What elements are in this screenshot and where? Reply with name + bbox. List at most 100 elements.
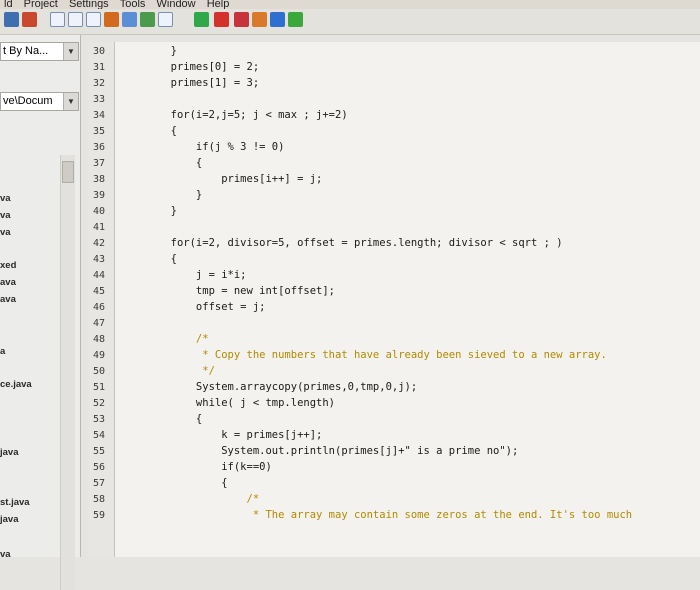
folder-dropdown-label: ve\Docum — [3, 95, 53, 107]
line-number: 56 — [93, 462, 106, 473]
toolbar — [0, 9, 700, 35]
code-line: if(j % 3 != 0) — [158, 141, 285, 153]
code-line: { — [158, 157, 203, 169]
code-line: primes[1] = 3; — [158, 77, 260, 89]
window-blue-icon[interactable] — [270, 12, 285, 27]
line-number: 30 — [93, 46, 106, 57]
code-line: System.arraycopy(primes,0,tmp,0,j); — [158, 381, 418, 393]
code-line: j = i*i; — [158, 269, 247, 281]
line-number: 38 — [93, 174, 106, 185]
chevron-down-icon[interactable]: ▼ — [63, 93, 78, 110]
line-number: 37 — [93, 158, 106, 169]
line-number: 44 — [93, 270, 106, 281]
sort-dropdown[interactable]: t By Na... ▼ — [0, 42, 79, 61]
code-line: } — [158, 189, 203, 201]
save-icon[interactable] — [4, 12, 19, 27]
sidebar: t By Na... ▼ ve\Docum ▼ va va va xed ava… — [0, 35, 81, 590]
code-line: tmp = new int[offset]; — [158, 285, 336, 297]
line-number: 41 — [93, 222, 106, 233]
line-number: 40 — [93, 206, 106, 217]
open-icon[interactable] — [22, 12, 37, 27]
line-number: 35 — [93, 126, 106, 137]
file-item[interactable]: va — [0, 549, 11, 560]
code-line: while( j < tmp.length) — [158, 397, 336, 409]
tools-icon[interactable] — [252, 12, 267, 27]
file-item[interactable]: va — [0, 193, 11, 204]
scrollbar-thumb[interactable] — [62, 161, 74, 183]
file-item[interactable]: xed — [0, 260, 16, 271]
code-line: for(i=2,j=5; j < max ; j+=2) — [158, 109, 348, 121]
code-line: { — [158, 253, 177, 265]
compile-icon[interactable] — [104, 12, 119, 27]
line-number: 59 — [93, 510, 106, 521]
code-line: k = primes[j++]; — [158, 429, 323, 441]
file-item[interactable]: a — [0, 346, 5, 357]
file-item[interactable]: java — [0, 447, 19, 458]
bug-icon[interactable] — [234, 12, 249, 27]
code-line: System.out.println(primes[j]+" is a prim… — [158, 445, 519, 457]
line-number: 42 — [93, 238, 106, 249]
line-number: 50 — [93, 366, 106, 377]
file-item[interactable]: ce.java — [0, 379, 32, 390]
add-icon[interactable] — [194, 12, 209, 27]
menu-window[interactable]: Window — [153, 0, 200, 9]
line-number: 36 — [93, 142, 106, 153]
sidebar-scrollbar[interactable] — [60, 155, 75, 590]
code-line: */ — [158, 365, 215, 377]
line-number: 45 — [93, 286, 106, 297]
file-item[interactable]: ava — [0, 277, 16, 288]
code-comment-line: * The array may contain some zeros at th… — [158, 509, 633, 521]
chevron-down-icon[interactable]: ▼ — [63, 43, 78, 60]
code-line: primes[i++] = j; — [158, 173, 323, 185]
line-number: 32 — [93, 78, 106, 89]
menu-bar: ld Project Settings Tools Window Help — [0, 0, 700, 9]
breakpoint-icon[interactable] — [214, 12, 229, 27]
file-item[interactable]: va — [0, 210, 11, 221]
line-number: 49 — [93, 350, 106, 361]
line-number: 52 — [93, 398, 106, 409]
line-number: 51 — [93, 382, 106, 393]
line-number: 47 — [93, 318, 106, 329]
line-number: 34 — [93, 110, 106, 121]
run-icon[interactable] — [140, 12, 155, 27]
file-item[interactable]: ava — [0, 294, 16, 305]
code-line: offset = j; — [158, 301, 266, 313]
code-comment-line: * Copy the numbers that have already bee… — [158, 349, 607, 361]
code-line: /* — [158, 333, 209, 345]
menu-build[interactable]: ld — [0, 0, 17, 9]
menu-tools[interactable]: Tools — [116, 0, 150, 9]
code-line: if(k==0) — [158, 461, 272, 473]
line-number: 39 — [93, 190, 106, 201]
code-line: { — [158, 413, 203, 425]
debug-icon[interactable] — [158, 12, 173, 27]
file-item[interactable]: java — [0, 514, 19, 525]
line-number: 48 — [93, 334, 106, 345]
line-number: 43 — [93, 254, 106, 265]
file-item[interactable]: st.java — [0, 497, 30, 508]
code-line: for(i=2, divisor=5, offset = primes.leng… — [158, 237, 563, 249]
folder-dropdown[interactable]: ve\Docum ▼ — [0, 92, 79, 111]
paste-icon[interactable] — [86, 12, 101, 27]
code-line: { — [158, 125, 177, 137]
window-green-icon[interactable] — [288, 12, 303, 27]
line-number: 58 — [93, 494, 106, 505]
menu-project[interactable]: Project — [20, 0, 62, 9]
new-file-icon[interactable] — [50, 12, 65, 27]
menu-help[interactable]: Help — [203, 0, 234, 9]
code-line: { — [158, 477, 228, 489]
line-number: 55 — [93, 446, 106, 457]
code-line: primes[0] = 2; — [158, 61, 260, 73]
line-number: 54 — [93, 430, 106, 441]
line-number: 57 — [93, 478, 106, 489]
line-number: 33 — [93, 94, 106, 105]
code-line: } — [158, 45, 177, 57]
line-number: 46 — [93, 302, 106, 313]
code-line: /* — [158, 493, 260, 505]
line-number: 31 — [93, 62, 106, 73]
copy-icon[interactable] — [68, 12, 83, 27]
menu-settings[interactable]: Settings — [65, 0, 113, 9]
file-item[interactable]: va — [0, 227, 11, 238]
sort-dropdown-label: t By Na... — [3, 45, 49, 57]
chart-icon[interactable] — [122, 12, 137, 27]
line-number: 53 — [93, 414, 106, 425]
